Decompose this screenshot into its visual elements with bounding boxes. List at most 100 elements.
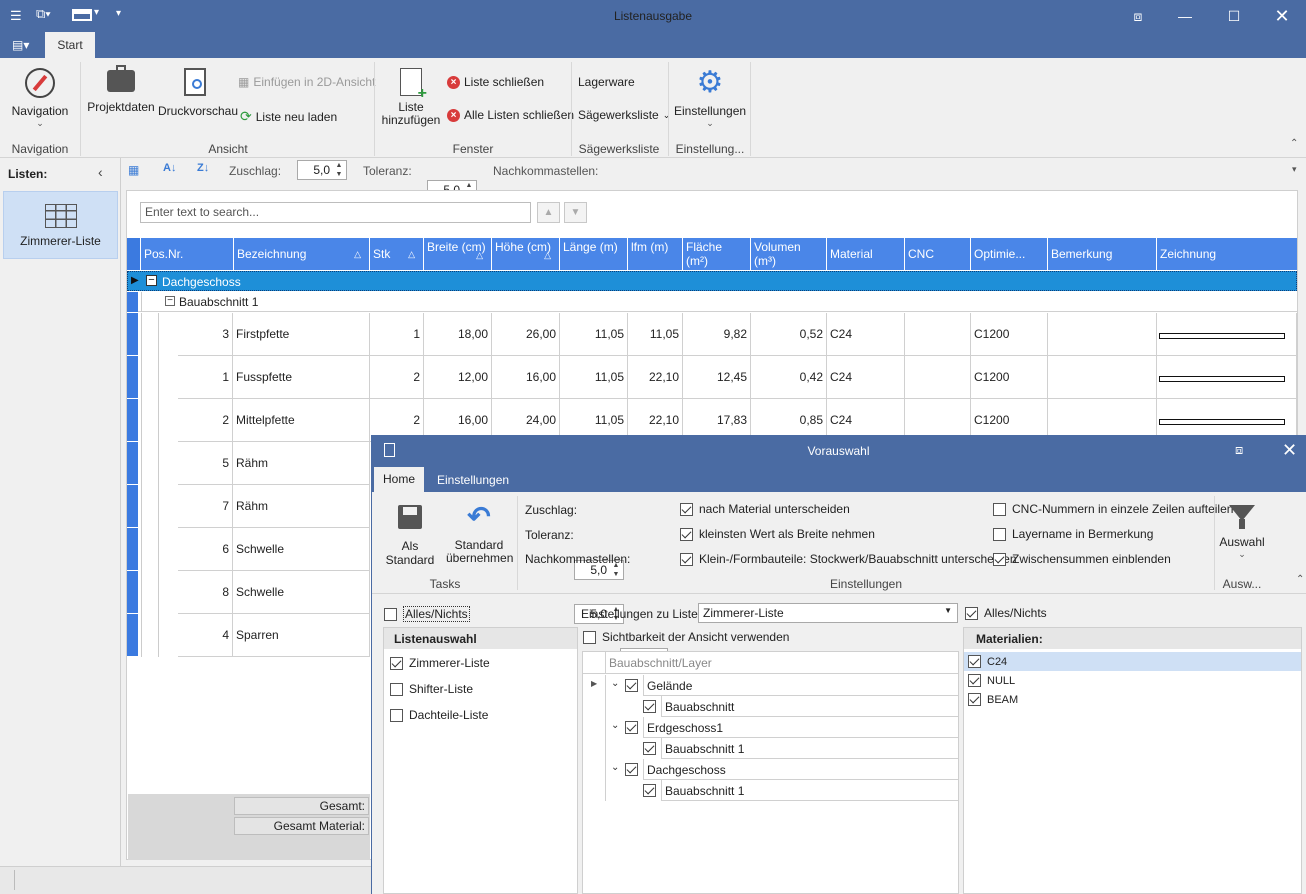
checkbox-icon[interactable] [390, 656, 403, 670]
checkbox-icon[interactable] [625, 679, 638, 692]
list-icon[interactable]: ☰ [10, 8, 22, 24]
checkbox-icon[interactable] [965, 606, 978, 620]
opt-material-checkbox[interactable]: nach Material unterscheiden [680, 502, 850, 516]
zuschlag-stepper[interactable]: 5,0 ▲ ▼ [297, 160, 347, 180]
row-indicator[interactable] [127, 571, 138, 613]
col-volumen[interactable]: Volumen (m³) [751, 238, 827, 270]
cell-bezeichnung[interactable]: Firstpfette [233, 313, 370, 356]
sichtbarkeit-checkbox[interactable]: Sichtbarkeit der Ansicht verwenden [583, 630, 789, 644]
cell-bezeichnung[interactable]: Sparren [233, 614, 370, 657]
cell-posnr[interactable]: 4 [178, 614, 233, 657]
minimize-button[interactable]: — [1171, 6, 1199, 26]
group-row-bauabschnitt[interactable]: − Bauabschnitt 1 [127, 292, 1297, 312]
cell-posnr[interactable]: 8 [178, 571, 233, 614]
cell-posnr[interactable]: 7 [178, 485, 233, 528]
collapse-pane-icon[interactable]: ‹ [98, 164, 103, 180]
row-indicator[interactable] [127, 485, 138, 527]
standard-uebernehmen-button[interactable]: ↶ Standard übernehmen [446, 503, 513, 565]
dialog-close-button[interactable]: ✕ [1282, 440, 1297, 461]
cell-stk[interactable]: 1 [370, 313, 424, 356]
checkbox-icon[interactable] [625, 763, 638, 776]
checkbox-icon[interactable] [643, 784, 656, 797]
opt-formbauteile-checkbox[interactable]: Klein-/Formbauteile: Stockwerk/Bauabschn… [680, 552, 1017, 566]
cell-lfm[interactable]: 22,10 [628, 356, 683, 399]
chevron-down-icon[interactable]: ⌄ [611, 720, 619, 731]
cell-material[interactable]: C24 [827, 313, 905, 356]
checkbox-icon[interactable] [384, 607, 397, 621]
checkbox-icon[interactable] [993, 527, 1006, 541]
navigation-button[interactable]: Navigation ⌄ [8, 68, 72, 129]
list-tile-zimmerer[interactable]: Zimmerer-Liste [3, 191, 118, 259]
cell-bezeichnung[interactable]: Mittelpfette [233, 399, 370, 442]
checkbox-icon[interactable] [968, 655, 981, 668]
cell-bezeichnung[interactable]: Schwelle [233, 528, 370, 571]
dialog-tab-home[interactable]: Home [374, 467, 424, 492]
lagerware-button[interactable]: Lagerware [578, 75, 635, 89]
alles-nichts-lists-checkbox[interactable]: Alles/Nichts [384, 606, 470, 622]
checkbox-icon[interactable] [625, 721, 638, 734]
col-laenge[interactable]: Länge (m) [560, 238, 628, 270]
cell-lfm[interactable]: 11,05 [628, 313, 683, 356]
material-item-null[interactable]: NULL [968, 674, 1015, 687]
search-prev-button[interactable]: ▲ [537, 202, 560, 223]
checkbox-icon[interactable] [390, 708, 403, 722]
opt-zwischensummen-checkbox[interactable]: Zwischensummen einblenden [993, 552, 1171, 566]
restore-icon[interactable]: ⧈ [1235, 442, 1243, 458]
alle-listen-schliessen-button[interactable]: × Alle Listen schließen [447, 108, 574, 122]
cell-posnr[interactable]: 6 [178, 528, 233, 571]
list-item-shifter[interactable]: Shifter-Liste [390, 682, 473, 696]
row-indicator[interactable] [127, 313, 138, 355]
cell-flaeche[interactable]: 9,82 [683, 313, 751, 356]
cell-breite[interactable]: 18,00 [424, 313, 492, 356]
layers-icon[interactable]: ⧉▾ [36, 6, 51, 22]
list-item-zimmerer[interactable]: Zimmerer-Liste [390, 656, 490, 670]
tree-node-bauabschnitt[interactable]: Bauabschnitt [583, 696, 958, 717]
col-flaeche[interactable]: Fläche (m²) [683, 238, 751, 270]
checkbox-icon[interactable] [390, 682, 403, 696]
row-indicator[interactable] [127, 528, 138, 570]
cell-bemerkung[interactable] [1048, 313, 1157, 356]
sort-descending-icon[interactable]: Z↓ [197, 162, 209, 174]
cell-zeichnung[interactable] [1157, 313, 1297, 356]
collapse-toggle-icon[interactable]: − [146, 275, 157, 286]
col-lfm[interactable]: lfm (m) [628, 238, 683, 270]
tree-node-bauabschnitt1-dg[interactable]: Bauabschnitt 1 [583, 780, 958, 801]
einstellungen-button[interactable]: ⚙ Einstellungen ⌄ [674, 68, 746, 129]
restore-icon[interactable]: ⧈ [1124, 6, 1152, 26]
cell-posnr[interactable]: 2 [178, 399, 233, 442]
spin-arrows-icon[interactable]: ▲▼ [333, 161, 345, 179]
row-indicator[interactable] [127, 614, 138, 656]
collapse-ribbon-icon[interactable]: ⌃ [1290, 138, 1298, 149]
tree-node-dachgeschoss[interactable]: ⌄ Dachgeschoss [583, 759, 958, 780]
cell-cnc[interactable] [905, 313, 971, 356]
column-chooser-icon[interactable]: ▦ [128, 163, 139, 177]
tree-node-gelaende[interactable]: ▶ ⌄ Gelände [583, 675, 958, 696]
tree-node-erdgeschoss[interactable]: ⌄ Erdgeschoss1 [583, 717, 958, 738]
col-posnr[interactable]: Pos.Nr. [141, 238, 234, 270]
col-zeichnung[interactable]: Zeichnung [1157, 238, 1297, 270]
cell-bezeichnung[interactable]: Schwelle [233, 571, 370, 614]
maximize-button[interactable]: ☐ [1220, 6, 1248, 26]
cell-flaeche[interactable]: 12,45 [683, 356, 751, 399]
chevron-down-icon[interactable]: ⌄ [611, 762, 619, 773]
sort-ascending-icon[interactable]: A↓ [163, 162, 176, 174]
druckvorschau-button[interactable]: Druckvorschau [158, 68, 238, 118]
col-hoehe[interactable]: Höhe (cm) △ [492, 238, 560, 270]
checkbox-icon[interactable] [643, 742, 656, 755]
cell-laenge[interactable]: 11,05 [560, 313, 628, 356]
tab-start[interactable]: Start [45, 32, 95, 58]
liste-hinzufuegen-button[interactable]: + Liste hinzufügen [380, 68, 442, 127]
cell-bezeichnung[interactable]: Fusspfette [233, 356, 370, 399]
cell-hoehe[interactable]: 26,00 [492, 313, 560, 356]
checkbox-icon[interactable] [680, 527, 693, 541]
row-indicator[interactable] [127, 399, 138, 441]
cell-hoehe[interactable]: 16,00 [492, 356, 560, 399]
app-menu-icon[interactable]: ▤▾ [12, 38, 29, 52]
toolbar-overflow-icon[interactable]: ▾ [1292, 164, 1297, 175]
chevron-down-icon[interactable]: ⌄ [611, 678, 619, 689]
col-cnc[interactable]: CNC [905, 238, 971, 270]
liste-schliessen-button[interactable]: × Liste schließen [447, 75, 544, 89]
quick-access-icon[interactable]: ▾ [116, 8, 121, 19]
window-layout-icon[interactable] [72, 9, 92, 21]
cell-cnc[interactable] [905, 356, 971, 399]
